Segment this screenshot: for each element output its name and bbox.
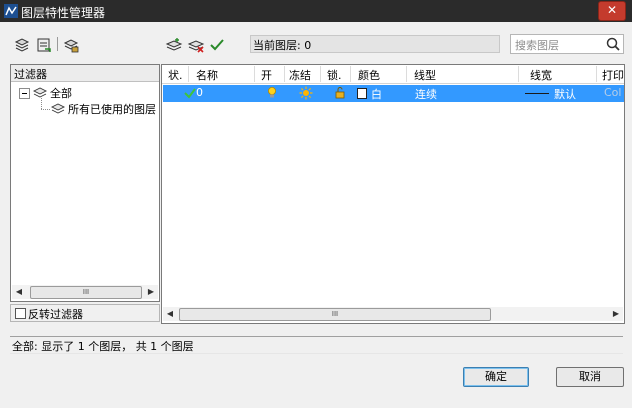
column-divider[interactable] <box>596 66 597 82</box>
current-layer-label: 当前图层: 0 <box>253 39 312 52</box>
cancel-button[interactable]: 取消 <box>556 367 624 387</box>
ok-button[interactable]: 确定 <box>463 367 529 387</box>
column-header-status[interactable]: 状. <box>168 67 183 83</box>
tree-item-all-used-layers[interactable]: 所有已使用的图层 <box>51 101 156 117</box>
column-header-on[interactable]: 开 <box>261 67 272 83</box>
column-divider[interactable] <box>320 66 321 82</box>
column-divider[interactable] <box>350 66 351 82</box>
app-icon <box>4 4 18 18</box>
status-bar: 全部: 显示了 1 个图层， 共 1 个图层 <box>10 336 623 354</box>
sun-thawed-icon[interactable] <box>299 86 313 100</box>
status-text: 全部: 显示了 1 个图层， 共 1 个图层 <box>12 340 194 353</box>
layer-linetype[interactable]: 连续 <box>415 86 437 102</box>
current-layer-checkmark-icon <box>183 86 197 100</box>
new-group-filter-icon[interactable] <box>35 36 53 54</box>
close-button[interactable]: ✕ <box>598 1 626 21</box>
column-header-plot-style[interactable]: 打印 <box>602 67 624 83</box>
layer-states-manager-icon[interactable] <box>62 36 80 54</box>
column-header-freeze[interactable]: 冻结 <box>289 67 311 83</box>
column-header-lock[interactable]: 锁. <box>327 67 342 83</box>
column-header-linetype[interactable]: 线型 <box>414 67 436 83</box>
column-divider[interactable] <box>254 66 255 82</box>
table-row[interactable]: 0 白 连续 默认 Col <box>163 85 624 102</box>
layer-list-hscrollbar[interactable]: ◀ III ▶ <box>163 307 623 321</box>
scroll-right-arrow-icon[interactable]: ▶ <box>144 285 158 299</box>
layer-table-header: 状. 名称 开 冻结 锁. 颜色 线型 线宽 打印 <box>162 65 624 84</box>
current-layer-display: 当前图层: 0 <box>250 35 500 53</box>
invert-filter-option[interactable]: 反转过滤器 <box>10 304 160 322</box>
column-header-name[interactable]: 名称 <box>196 67 218 83</box>
new-property-filter-icon[interactable] <box>13 36 31 54</box>
color-swatch[interactable] <box>357 88 367 99</box>
set-current-checkmark-icon[interactable] <box>208 36 226 54</box>
title-bar: 图层特性管理器 ✕ <box>0 0 632 22</box>
unlocked-padlock-icon[interactable] <box>333 86 347 100</box>
column-divider[interactable] <box>188 66 189 82</box>
filter-panel-header: 过滤器 <box>11 65 159 82</box>
column-divider[interactable] <box>518 66 519 82</box>
layer-name[interactable]: 0 <box>196 86 203 99</box>
column-divider[interactable] <box>406 66 407 82</box>
column-divider[interactable] <box>284 66 285 82</box>
collapse-toggle[interactable] <box>19 88 30 99</box>
lineweight-sample-line <box>525 93 549 94</box>
layer-color[interactable]: 白 <box>371 86 382 102</box>
invert-filter-label: 反转过滤器 <box>28 308 83 321</box>
tree-item-label: 所有已使用的图层 <box>68 103 156 116</box>
layer-filter-icon <box>51 103 65 115</box>
layer-stack-icon <box>33 87 47 99</box>
tree-item-all[interactable]: 全部 <box>33 85 72 101</box>
column-header-color[interactable]: 颜色 <box>358 67 380 83</box>
lightbulb-on-icon[interactable] <box>265 86 279 100</box>
scroll-left-arrow-icon[interactable]: ◀ <box>163 307 177 321</box>
new-layer-icon[interactable] <box>165 36 183 54</box>
layer-list-panel: 状. 名称 开 冻结 锁. 颜色 线型 线宽 打印 0 白 连续 默认 Col … <box>161 64 625 324</box>
scroll-thumb[interactable]: III <box>30 286 142 299</box>
tree-connector <box>41 109 50 110</box>
scroll-thumb[interactable]: III <box>179 308 491 321</box>
filter-tree-panel: 过滤器 全部 所有已使用的图层 ◀ III ▶ <box>10 64 160 302</box>
search-input[interactable]: 搜索图层 <box>510 34 624 54</box>
search-placeholder: 搜索图层 <box>515 39 559 52</box>
scroll-left-arrow-icon[interactable]: ◀ <box>12 285 26 299</box>
toolbar-separator <box>57 37 58 51</box>
filter-panel-hscrollbar[interactable]: ◀ III ▶ <box>12 285 158 299</box>
delete-layer-icon[interactable] <box>187 36 205 54</box>
search-icon[interactable] <box>605 36 621 52</box>
tree-item-label: 全部 <box>50 87 72 100</box>
scroll-right-arrow-icon[interactable]: ▶ <box>609 307 623 321</box>
column-header-lineweight[interactable]: 线宽 <box>530 67 552 83</box>
window-title: 图层特性管理器 <box>21 6 106 20</box>
layer-plot-style[interactable]: Col <box>604 86 621 99</box>
tree-connector <box>41 98 42 109</box>
layer-lineweight[interactable]: 默认 <box>554 86 576 102</box>
invert-filter-checkbox[interactable] <box>15 308 26 319</box>
filter-panel-title: 过滤器 <box>14 68 47 81</box>
